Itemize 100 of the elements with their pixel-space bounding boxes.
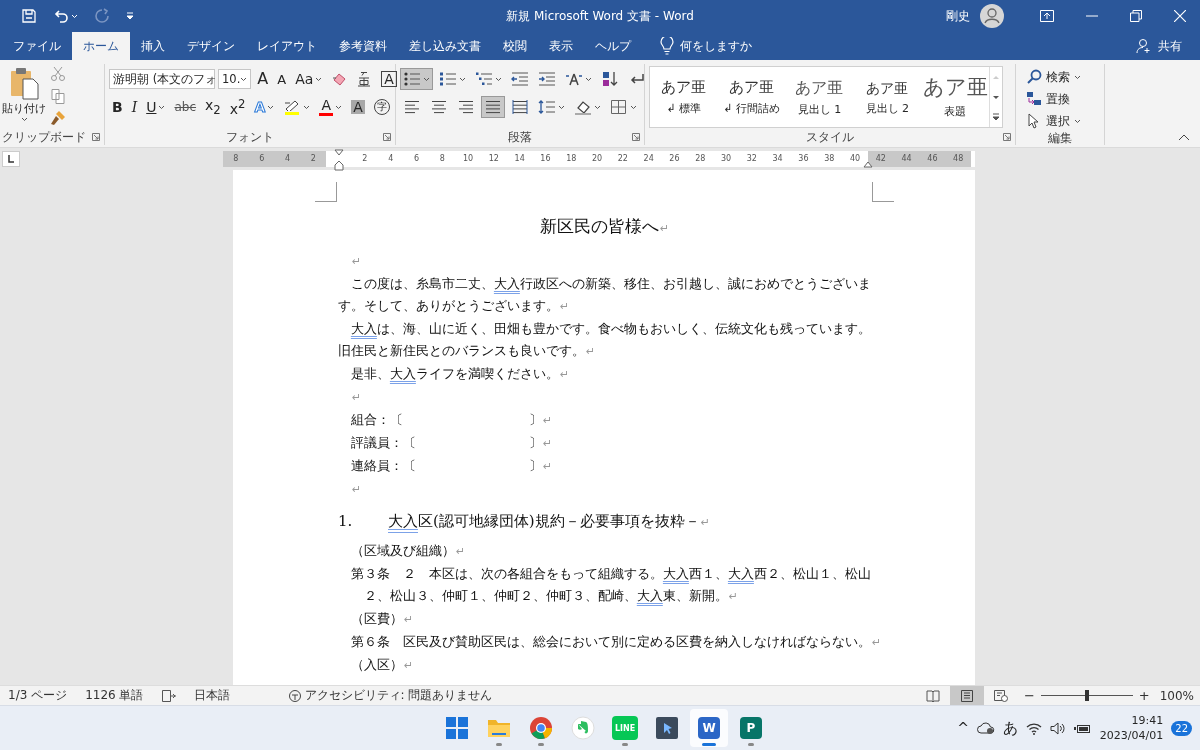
customize-icon [126,12,134,20]
ribbon-tab[interactable]: ホーム [72,32,130,60]
word-app-button[interactable]: W [690,709,728,747]
article-caption: （区域及び組織）↵ [349,542,467,560]
ruler-number: 8 [223,151,249,167]
italic-button[interactable]: I [128,96,141,118]
tray-overflow-button[interactable]: ^ [957,720,969,736]
avatar-icon[interactable] [980,4,1004,28]
dialog-launcher-icon[interactable] [1003,133,1011,141]
group-label: フォント [226,128,274,146]
paste-button[interactable]: 貼り付け [2,64,46,129]
justify-button[interactable] [481,96,505,118]
style-item[interactable]: あア亜 見出し 1 [785,67,854,127]
bold-button[interactable]: B [109,96,126,118]
zoom-out-button[interactable]: − [1023,688,1035,703]
publisher-app-button[interactable]: P [732,709,770,747]
clock[interactable]: 19:41 2023/04/01 [1099,713,1164,743]
collapse-ribbon-icon[interactable] [1178,133,1190,141]
paragraph-mark: ↵ [350,254,363,270]
notification-badge[interactable]: 22 [1171,720,1192,736]
style-item[interactable]: あア亜 ↲ 標準 [650,67,718,127]
cloud-icon[interactable] [976,721,995,735]
page-icon [959,689,974,702]
character-border-button[interactable]: A [378,68,400,90]
zoom-in-button[interactable]: + [1138,688,1150,703]
wifi-icon[interactable] [1025,721,1042,735]
caret-icon [630,104,637,110]
numbering-icon [439,71,457,87]
replace-button[interactable]: 置換 [1026,90,1100,108]
article-caption: （入区）↵ [349,656,415,674]
ribbon-tab[interactable]: 校閲 [492,32,538,60]
style-item[interactable]: あア亜 ↲ 行間詰め [717,67,786,127]
close-icon[interactable] [1174,10,1186,22]
ribbon-tab[interactable]: 表示 [538,32,584,60]
find-button[interactable]: 検索 [1026,68,1100,86]
caret-icon [71,13,78,19]
line-spacing-icon [538,99,556,115]
zoom-slider-thumb[interactable] [1084,689,1089,701]
group-label: 編集 [1048,129,1072,147]
shrink-font-button[interactable]: A [274,68,290,90]
paragraph: 大入は、海、山に近く、田畑も豊かです。食べ物もおいしく、伝統文化も残っています。旧住民と新住民とのバランスも良いです。↵ [338,320,871,360]
font-color-button[interactable]: A [316,96,346,118]
change-case-button[interactable]: Aa [292,68,326,90]
superscript-button[interactable]: x$^{2}$ [226,96,249,118]
chat-app-icon: LINE [612,716,638,740]
ribbon-tab[interactable]: 差し込み文書 [398,32,492,60]
app-icon [656,717,678,739]
ruler-number: 2 [300,151,327,167]
ribbon-display-icon[interactable] [1040,10,1054,22]
share-button[interactable]: 共有 [1136,32,1182,60]
save-icon [21,8,37,24]
indent-marker-icon[interactable] [334,149,344,171]
ribbon-tab[interactable]: 挿入 [130,32,176,60]
clipboard-icon [9,66,39,100]
focus-icon[interactable] [161,689,176,702]
underline-button[interactable]: U [143,96,169,118]
dialog-launcher-icon[interactable] [632,133,640,141]
article-caption: （区費）↵ [349,610,415,628]
style-item[interactable]: あア亜 表題 [921,67,989,127]
ribbon-tab[interactable]: ヘルプ [584,32,642,60]
caret-icon [423,76,430,82]
paragraph: 第６条 区民及び賛助区民は、総会において別に定める区費を納入しなければならない。↵ [349,633,883,651]
format-painter-icon[interactable] [50,110,66,126]
tab-stop-icon[interactable] [2,151,20,167]
paragraph: この度は、糸島市二丈、大入行政区への新築、移住、お引越し、誠におめでとうございます。そして、ありがとうございます。↵ [338,275,871,315]
word-count[interactable]: 1126 単語 [85,687,144,704]
caret-icon [20,117,28,122]
page-count[interactable]: 1/3 ページ [8,687,68,704]
font-size-field[interactable]: 10. [218,69,252,89]
bullets-button[interactable] [400,68,433,90]
caret-icon [315,76,323,82]
speaker-icon[interactable] [1049,721,1066,735]
select-button[interactable]: 選択 [1026,112,1100,130]
search-icon [1026,69,1042,85]
tell-me-field[interactable]: 何をしますか [678,38,792,54]
accessibility-status[interactable]: アクセシビリティ: 問題ありません [287,687,493,704]
zoom-level[interactable]: 100% [1159,688,1194,703]
ribbon-tab[interactable]: デザイン [176,32,246,60]
style-item[interactable]: あア亜 見出し 2 [853,67,922,127]
dialog-launcher-icon[interactable] [92,133,100,141]
replace-icon [1026,91,1042,107]
right-indent-marker-icon[interactable] [863,160,873,168]
copy-icon[interactable] [50,88,66,104]
form-line: 評議員：〔 〕↵ [349,434,554,452]
dialog-launcher-icon[interactable] [383,133,391,141]
character-shading-button[interactable]: A [348,96,368,118]
language-status[interactable]: 日本語 [193,687,230,704]
caret-icon [585,76,592,82]
ribbon-tab[interactable]: 参考資料 [328,32,398,60]
ribbon-tab[interactable]: レイアウト [246,32,328,60]
ruler-number: 6 [248,151,275,167]
print-view-button[interactable] [949,685,984,706]
input-method-indicator[interactable]: あ [1002,718,1018,738]
restore-icon[interactable] [1130,10,1142,22]
grow-font-button[interactable]: A [254,68,272,90]
font-name-field[interactable]: 游明朝 (本文のフォ [109,69,215,89]
group-label: クリップボード [2,128,86,146]
strikethrough-button[interactable]: abc [171,96,200,118]
subscript-button[interactable]: x$_{2}$ [202,96,224,118]
ribbon-tab[interactable]: ファイル [2,32,72,60]
